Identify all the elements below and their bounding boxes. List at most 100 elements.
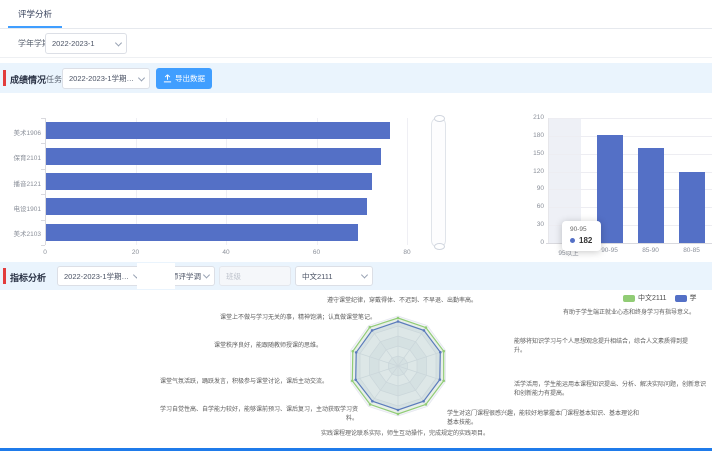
evaluation-analysis-page: 评学分析 学年学期 2022-2023-1 成绩情况 任务 2022-2023-… [0,0,712,455]
bar [46,173,372,190]
indicator-section-title: 指标分析 [10,271,46,284]
tab-label: 评学分析 [18,9,52,19]
radar-data-point [351,380,354,383]
legend-swatch [623,295,635,302]
score-section-header: 成绩情况 任务 2022-2023-1学期教师评 导出数据 [0,63,712,93]
tooltip-series-dot [570,238,575,243]
radar-data-point [352,350,355,353]
indicator-task-select-value: 2022-2023-1学期教师评 [64,271,130,282]
radar-data-point [369,326,372,329]
legend-label: 中文2111 [638,293,667,303]
axis-tick [41,194,45,195]
indicator-section-header: 指标分析 2022-2023-1学期教师评 教师评学调 班级 中文2111 [0,262,712,290]
class-select[interactable]: 中文2111 [295,266,373,286]
x-tick-label: 80 [395,249,419,256]
y-tick-label: 90 [514,185,544,192]
y-tick-label: 60 [514,203,544,210]
category-label: 播音2121 [0,178,41,188]
radar-indicator-label: 遵守课堂纪律，穿戴得体、不迟到、不早退、出勤率高。 [282,297,522,306]
radar-data-point [369,403,372,406]
chevron-down-icon [361,271,368,278]
y-tick-label: 210 [514,114,544,121]
datazoom-handle-bottom[interactable] [434,243,445,250]
indicator-task-select[interactable]: 2022-2023-1学期教师评 [57,266,145,286]
gridline [548,118,712,119]
axis-tick [41,220,45,221]
radar-data-point [442,380,445,383]
axis-tick [41,118,45,119]
y-tick-label: 180 [514,132,544,139]
category-label: 美术2103 [0,228,41,238]
gridline [407,118,408,245]
datazoom-handle-top[interactable] [434,115,445,122]
x-tick-label: 0 [33,249,57,256]
radar-indicator-label: 课堂秩序良好，能跟随教师授课的思维。 [184,342,322,351]
x-tick-label: 85-90 [630,247,671,254]
grade-input-disabled: 班级 [219,266,291,286]
chevron-down-icon [203,271,210,278]
tab-evaluation-analysis[interactable]: 评学分析 [8,2,62,28]
x-tick-label: 20 [124,249,148,256]
bar [46,148,381,165]
x-tick-label: 60 [305,249,329,256]
export-icon [163,74,172,83]
radar-data-point [397,317,400,320]
task-select[interactable]: 2022-2023-1学期教师评 [62,68,150,89]
score-section-title: 成绩情况 [10,73,46,86]
radar-series-中文2111 [352,318,443,414]
bar [46,198,367,215]
radar-legend: 中文2111 学 [623,293,697,303]
y-tick-label: 0 [514,239,544,246]
section-accent-bar [3,268,6,284]
radar-indicator-label: 活学活用，学生能运用本课程知识提出、分析、解决实际问题，创新意识和创新能力有提高… [514,381,711,400]
radar-data-point [442,350,445,353]
gridline [548,154,712,155]
x-tick-label: 80-85 [671,247,712,254]
class-select-value: 中文2111 [302,271,333,282]
bar [46,224,358,241]
radar-indicator-label: 学习自觉性高、自学能力较好，能够课前预习、课后复习，主动获取学习资料。 [158,406,358,425]
radar-data-point [397,413,400,416]
legend-label: 学 [690,293,697,303]
charts-area: 美术1906保育2101播音2121电设1901美术2103020406080 … [0,94,712,260]
radar-indicator-label: 实践课程理论联系实际，师生互动操作，完成规定的实践项目。 [287,430,523,439]
export-data-button[interactable]: 导出数据 [156,68,212,89]
bar [679,172,705,243]
grade-input-placeholder: 班级 [226,271,241,282]
redaction-overlay [137,263,175,289]
y-axis-line [548,118,549,243]
axis-tick [41,169,45,170]
task-select-value: 2022-2023-1学期教师评 [69,73,135,84]
x-tick-label: 40 [214,249,238,256]
bar [46,122,390,139]
chevron-down-icon [115,39,122,46]
axis-tick [41,245,45,246]
radar-indicator-label: 学生对这门课程很感兴趣，能较好地掌握本门课程基本知识、基本理论和基本技能。 [447,410,644,429]
bar [638,148,664,243]
term-select-value: 2022-2023-1 [52,39,95,48]
radar-indicator-label: 课堂上不做与学习无关的事，精神饱满；认真做课堂笔记。 [210,314,376,323]
tooltip-value: 182 [579,236,592,245]
y-tick-label: 150 [514,150,544,157]
task-label: 任务 [46,74,62,85]
radar-indicator-label: 课堂气氛活跃，踊跃发言，积极参与课堂讨论，课后主动交流。 [138,378,328,387]
tooltip-category: 90-95 [570,226,592,233]
datazoom-slider[interactable] [431,117,446,248]
radar-data-point [425,403,428,406]
term-select[interactable]: 2022-2023-1 [45,33,127,54]
legend-item-学[interactable]: 学 [675,293,697,303]
category-label: 电设1901 [0,203,41,213]
category-label: 美术1906 [0,127,41,137]
legend-item-中文2111[interactable]: 中文2111 [623,293,667,303]
divider [0,57,712,58]
chart-tooltip: 90-95 182 [562,221,601,251]
radar-data-point [425,326,428,329]
radar-indicator-label: 能够将知识学习与个人思想观念提升相结合，综合人文素质得到提升。 [514,338,692,357]
axis-tick [41,143,45,144]
chevron-down-icon [138,74,145,81]
export-button-label: 导出数据 [175,73,205,84]
legend-swatch [675,295,687,302]
section-accent-bar [3,70,6,86]
bottom-accent-line [0,448,712,451]
y-tick-label: 30 [514,221,544,228]
